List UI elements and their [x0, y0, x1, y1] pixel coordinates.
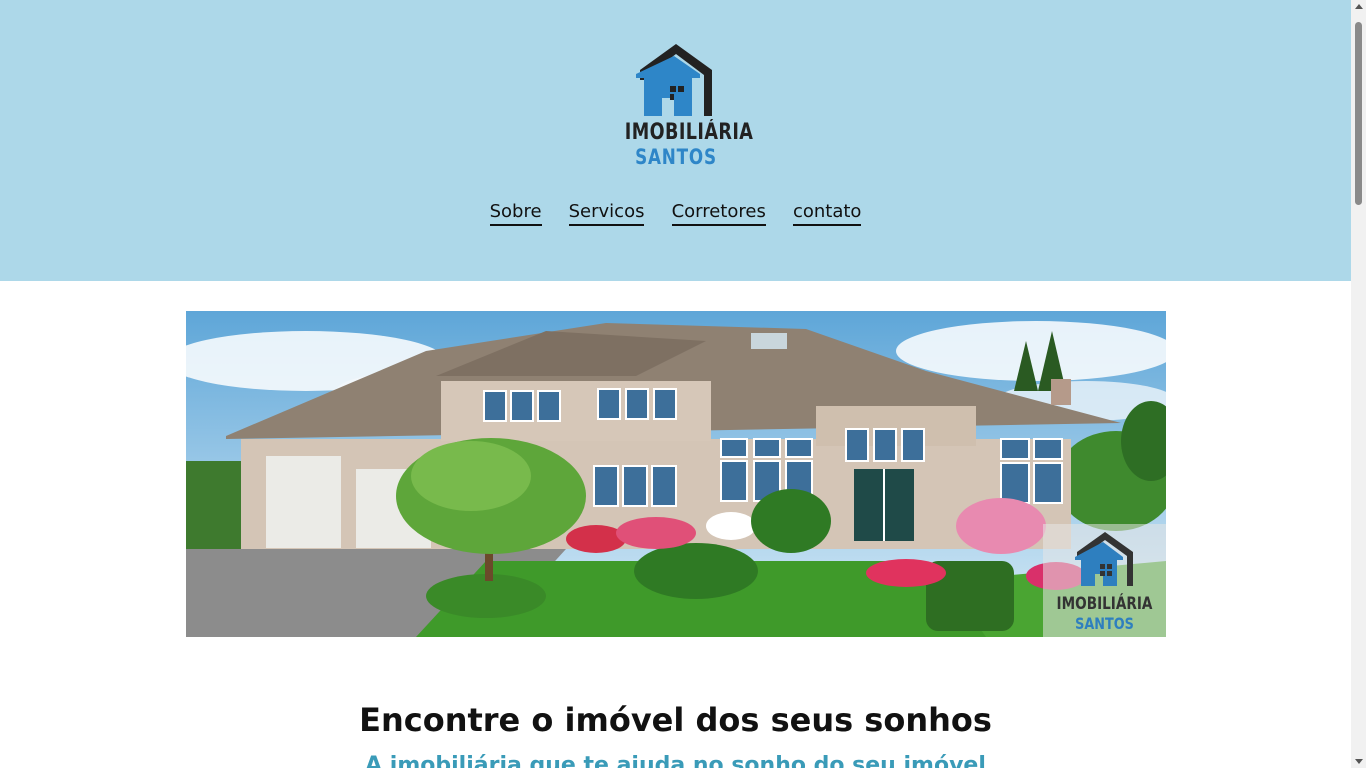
page: IMOBILIÁRIA SANTOS Sobre Servicos Corret…: [0, 0, 1351, 768]
nav-link-sobre[interactable]: Sobre: [489, 200, 542, 226]
site-header: IMOBILIÁRIA SANTOS Sobre Servicos Corret…: [0, 0, 1351, 281]
page-headline: Encontre o imóvel dos seus sonhos: [359, 701, 992, 739]
nav-link-contato[interactable]: contato: [792, 200, 862, 226]
main-nav: Sobre Servicos Corretores contato: [0, 200, 1351, 226]
hero-image: IMOBILIÁRIA SANTOS: [186, 311, 1166, 637]
logo-text-line1: IMOBILIÁRIA: [624, 120, 754, 145]
site-logo[interactable]: IMOBILIÁRIA SANTOS: [612, 40, 754, 170]
nav-link-servicos[interactable]: Servicos: [568, 200, 645, 226]
watermark-text-line2: SANTOS: [1075, 614, 1134, 633]
house-photo: [186, 311, 1166, 637]
house-logo-icon: [636, 44, 712, 116]
scrollbar-thumb[interactable]: [1355, 22, 1362, 205]
image-watermark: IMOBILIÁRIA SANTOS: [1043, 524, 1166, 637]
logo-text-line2: SANTOS: [635, 145, 717, 169]
nav-link-corretores[interactable]: Corretores: [671, 200, 766, 226]
vertical-scrollbar[interactable]: [1351, 0, 1366, 768]
scroll-up-arrow-icon[interactable]: [1355, 4, 1363, 9]
house-watermark-icon: [1075, 532, 1133, 586]
page-subheadline: A imobiliária que te ajuda no sonho do s…: [365, 753, 986, 768]
watermark-text-line1: IMOBILIÁRIA: [1056, 594, 1153, 614]
scroll-down-arrow-icon[interactable]: [1355, 759, 1363, 764]
